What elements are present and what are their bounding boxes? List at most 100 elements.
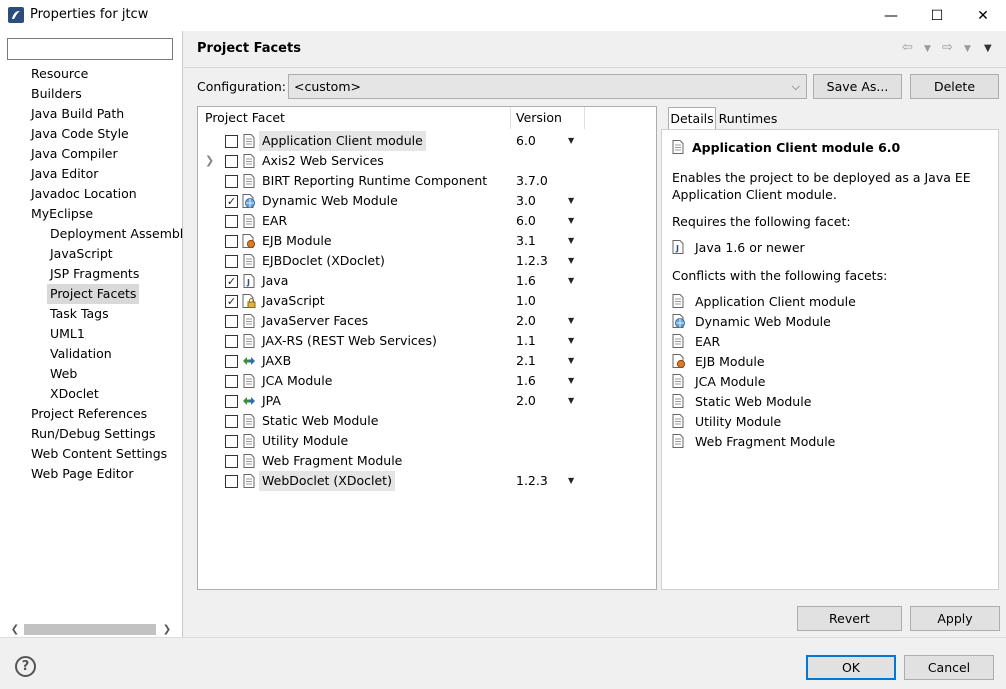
tree-item-xdoclet[interactable]: XDoclet [47, 384, 102, 404]
facet-version[interactable]: 2.1 [516, 351, 536, 371]
facet-checkbox[interactable] [225, 215, 238, 228]
tree-item-java-build-path[interactable]: Java Build Path [28, 104, 127, 124]
facet-version[interactable]: 6.0 [516, 131, 536, 151]
facet-row[interactable]: EAR 6.0 ▼ [198, 211, 656, 231]
facet-version[interactable]: 1.2.3 [516, 471, 548, 491]
scrollbar-thumb[interactable] [24, 624, 156, 635]
forward-arrow-icon[interactable]: ⇨ [942, 40, 953, 56]
facet-version[interactable]: 6.0 [516, 211, 536, 231]
version-dropdown-icon[interactable]: ▼ [568, 351, 574, 371]
facet-checkbox[interactable] [225, 475, 238, 488]
view-menu-icon[interactable]: ▼ [984, 43, 992, 59]
facet-checkbox[interactable]: ✓ [225, 195, 238, 208]
tree-item-web-content-settings[interactable]: Web Content Settings [28, 444, 170, 464]
scroll-right-icon[interactable]: ❯ [159, 621, 175, 638]
forward-menu-chevron-icon[interactable]: ▼ [964, 44, 971, 60]
facet-checkbox[interactable] [225, 155, 238, 168]
facet-row[interactable]: EJB Module 3.1 ▼ [198, 231, 656, 251]
version-dropdown-icon[interactable]: ▼ [568, 371, 574, 391]
facet-version[interactable]: 1.6 [516, 371, 536, 391]
tree-item-deployment-assembl[interactable]: Deployment Assembl [47, 224, 186, 244]
filter-input[interactable] [7, 38, 173, 60]
facet-checkbox[interactable] [225, 375, 238, 388]
ok-button[interactable]: OK [806, 655, 896, 680]
version-dropdown-icon[interactable]: ▼ [568, 471, 574, 491]
tree-item-java-compiler[interactable]: Java Compiler [28, 144, 121, 164]
facet-checkbox[interactable] [225, 255, 238, 268]
facet-row[interactable]: JPA 2.0 ▼ [198, 391, 656, 411]
facet-checkbox[interactable] [225, 335, 238, 348]
facet-checkbox[interactable]: ✓ [225, 275, 238, 288]
version-dropdown-icon[interactable]: ▼ [568, 251, 574, 271]
version-dropdown-icon[interactable]: ▼ [568, 231, 574, 251]
tree-item-jsp-fragments[interactable]: JSP Fragments [47, 264, 142, 284]
facet-version[interactable]: 3.1 [516, 231, 536, 251]
version-dropdown-icon[interactable]: ▼ [568, 331, 574, 351]
column-divider[interactable] [510, 107, 511, 129]
facet-version[interactable]: 1.6 [516, 271, 536, 291]
tree-item-myeclipse[interactable]: MyEclipse [28, 204, 96, 224]
tree-item-project-facets[interactable]: Project Facets [47, 284, 140, 304]
expand-chevron-icon[interactable]: ❯ [205, 151, 214, 171]
facet-version[interactable]: 3.0 [516, 191, 536, 211]
facet-row[interactable]: WebDoclet (XDoclet) 1.2.3 ▼ [198, 471, 656, 491]
facet-row[interactable]: Application Client module 6.0 ▼ [198, 131, 656, 151]
facet-checkbox[interactable]: ✓ [225, 295, 238, 308]
tree-item-web[interactable]: Web [47, 364, 80, 384]
facet-row[interactable]: Web Fragment Module [198, 451, 656, 471]
facet-row[interactable]: JAXB 2.1 ▼ [198, 351, 656, 371]
version-dropdown-icon[interactable]: ▼ [568, 311, 574, 331]
facet-row[interactable]: Static Web Module [198, 411, 656, 431]
tree-item-uml1[interactable]: UML1 [47, 324, 88, 344]
version-dropdown-icon[interactable]: ▼ [568, 211, 574, 231]
facet-row[interactable]: JAX-RS (REST Web Services) 1.1 ▼ [198, 331, 656, 351]
facet-row[interactable]: ✓ J Java 1.6 ▼ [198, 271, 656, 291]
tree-item-task-tags[interactable]: Task Tags [47, 304, 112, 324]
facet-version[interactable]: 1.2.3 [516, 251, 548, 271]
horizontal-scrollbar[interactable]: ❮ ❯ [7, 621, 175, 638]
version-dropdown-icon[interactable]: ▼ [568, 131, 574, 151]
back-arrow-icon[interactable]: ⇦ [902, 40, 913, 56]
save-as-button[interactable]: Save As... [813, 74, 902, 99]
facet-version[interactable]: 1.1 [516, 331, 536, 351]
facet-checkbox[interactable] [225, 175, 238, 188]
facet-row[interactable]: ✓ JavaScript 1.0 [198, 291, 656, 311]
tree-item-project-references[interactable]: Project References [28, 404, 150, 424]
version-dropdown-icon[interactable]: ▼ [568, 191, 574, 211]
help-icon[interactable]: ? [15, 656, 36, 677]
tree-item-resource[interactable]: Resource [28, 64, 91, 84]
tree-item-validation[interactable]: Validation [47, 344, 115, 364]
tree-item-builders[interactable]: Builders [28, 84, 85, 104]
cancel-button[interactable]: Cancel [904, 655, 994, 680]
facet-checkbox[interactable] [225, 415, 238, 428]
tree-item-run-debug-settings[interactable]: Run/Debug Settings [28, 424, 159, 444]
version-dropdown-icon[interactable]: ▼ [568, 391, 574, 411]
facet-row[interactable]: JavaServer Faces 2.0 ▼ [198, 311, 656, 331]
tree-item-java-code-style[interactable]: Java Code Style [28, 124, 132, 144]
facet-checkbox[interactable] [225, 315, 238, 328]
tab-details[interactable]: Details [668, 107, 716, 130]
facet-checkbox[interactable] [225, 395, 238, 408]
facet-row[interactable]: JCA Module 1.6 ▼ [198, 371, 656, 391]
facet-checkbox[interactable] [225, 455, 238, 468]
scroll-left-icon[interactable]: ❮ [7, 621, 23, 638]
facet-checkbox[interactable] [225, 435, 238, 448]
column-header-version[interactable]: Version [516, 107, 562, 129]
minimize-button[interactable]: — [868, 0, 914, 31]
facet-checkbox[interactable] [225, 355, 238, 368]
version-dropdown-icon[interactable]: ▼ [568, 271, 574, 291]
facet-row[interactable]: Utility Module [198, 431, 656, 451]
facet-version[interactable]: 2.0 [516, 391, 536, 411]
column-divider[interactable] [584, 107, 585, 129]
back-menu-chevron-icon[interactable]: ▼ [924, 44, 931, 60]
maximize-button[interactable]: ☐ [914, 0, 960, 31]
column-header-facet[interactable]: Project Facet [205, 107, 285, 129]
facet-row[interactable]: EJBDoclet (XDoclet) 1.2.3 ▼ [198, 251, 656, 271]
tree-item-web-page-editor[interactable]: Web Page Editor [28, 464, 136, 484]
facet-version[interactable]: 2.0 [516, 311, 536, 331]
apply-button[interactable]: Apply [910, 606, 1000, 631]
close-button[interactable]: ✕ [960, 0, 1006, 31]
facet-row[interactable]: BIRT Reporting Runtime Component 3.7.0 [198, 171, 656, 191]
tree-item-java-editor[interactable]: Java Editor [28, 164, 101, 184]
facet-row[interactable]: ✓ Dynamic Web Module 3.0 ▼ [198, 191, 656, 211]
